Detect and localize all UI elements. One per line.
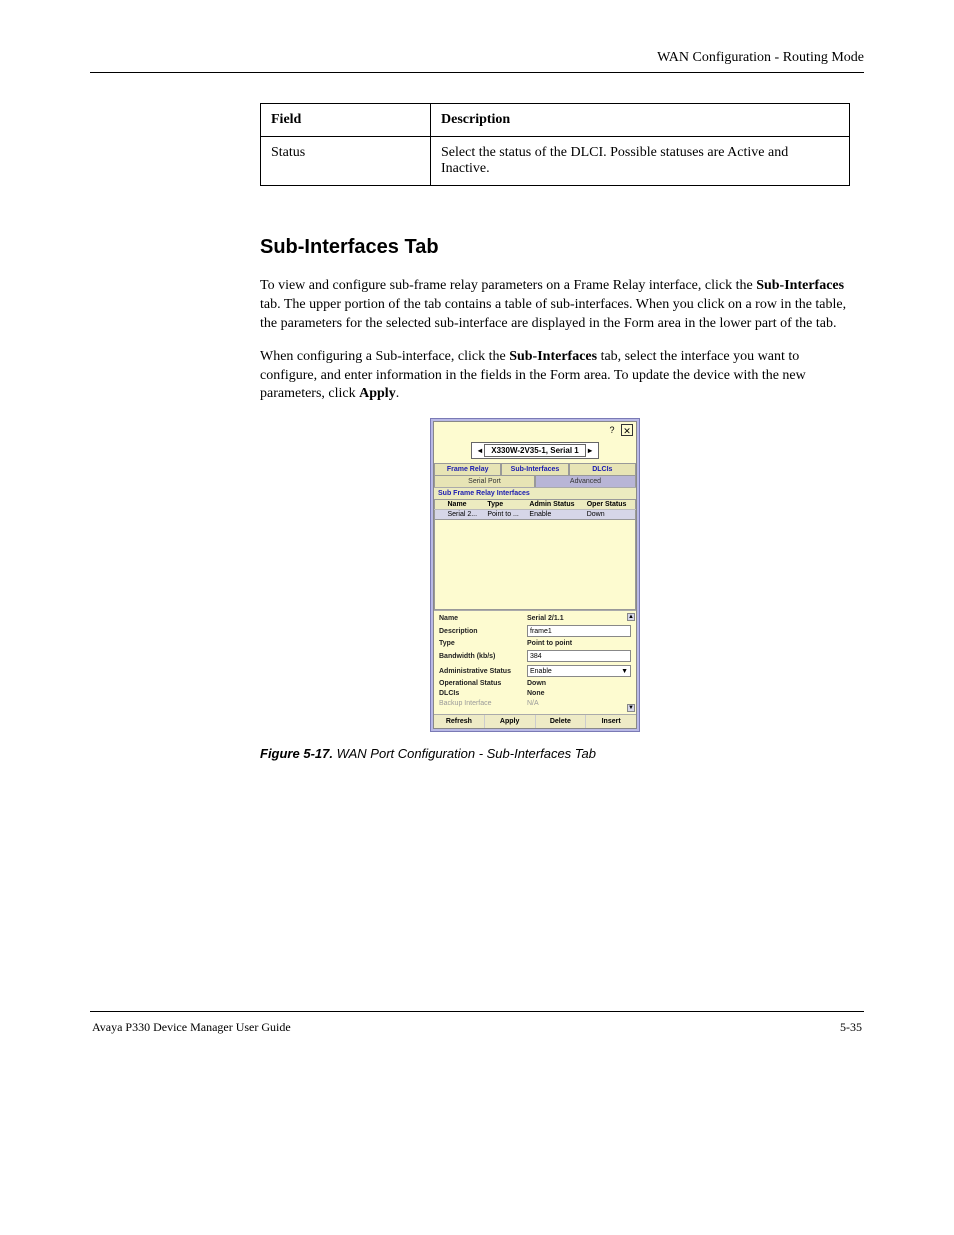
form-scrollbar[interactable]: ▲ [627, 613, 635, 621]
label-name: Name [439, 615, 527, 622]
paragraph-2: When configuring a Sub-interface, click … [260, 348, 854, 405]
col-admin-status: Admin Status [526, 500, 583, 510]
table-row: Status Select the status of the DLCI. Po… [261, 137, 850, 186]
p1-part-a: To view and configure sub-frame relay pa… [260, 278, 756, 293]
delete-button[interactable]: Delete [536, 715, 587, 728]
mini-table-header: Name Type Admin Status Oper Status [435, 500, 636, 510]
config-table: Field Description Status Select the stat… [260, 103, 850, 186]
footer-left: Avaya P330 Device Manager User Guide [92, 1020, 291, 1035]
col-oper-status: Oper Status [584, 500, 636, 510]
chevron-down-icon: ▼ [621, 668, 628, 675]
label-backup-interface: Backup Interface [439, 700, 527, 707]
tabs-row-1: Frame Relay Sub-Interfaces DLCIs [434, 463, 636, 475]
tab-serial-port[interactable]: Serial Port [434, 475, 535, 487]
table-row[interactable]: Serial 2... Point to ... Enable Down [435, 510, 636, 520]
page-header-right: WAN Configuration - Routing Mode [90, 50, 864, 66]
label-admin-status: Administrative Status [439, 668, 527, 675]
p2-bold-2: Apply [359, 386, 396, 401]
tab-advanced[interactable]: Advanced [535, 475, 636, 487]
paragraph-1: To view and configure sub-frame relay pa… [260, 277, 854, 334]
insert-button[interactable]: Insert [586, 715, 636, 728]
cell-name: Serial 2... [445, 510, 485, 520]
tab-dlcis[interactable]: DLCIs [569, 463, 636, 475]
button-row: Refresh Apply Delete Insert [434, 714, 636, 728]
form-scrollbar-bottom[interactable]: ▼ [627, 704, 635, 712]
header-rule [90, 72, 864, 73]
gui-window: ? ✕ ◂ X330W-2V35-1, Serial 1 ▸ Frame Rel… [430, 418, 640, 732]
scroll-down-icon[interactable]: ▼ [627, 704, 635, 712]
figure-caption: Figure 5-17. WAN Port Configuration - Su… [260, 746, 864, 761]
col-description: Description [431, 104, 850, 137]
cell-field: Status [261, 137, 431, 186]
scroll-up-icon[interactable]: ▲ [627, 613, 635, 621]
input-description[interactable]: frame1 [527, 625, 631, 637]
col-field: Field [261, 104, 431, 137]
table-header-row: Field Description [261, 104, 850, 137]
tabs-row-2: Serial Port Advanced [434, 475, 636, 487]
close-icon[interactable]: ✕ [621, 424, 633, 436]
figure-caption-label: Figure 5-17. [260, 746, 333, 761]
refresh-button[interactable]: Refresh [434, 715, 485, 728]
cell-oper: Down [584, 510, 636, 520]
footer-rule [90, 1011, 864, 1012]
figure-wan-sub-interfaces: ? ✕ ◂ X330W-2V35-1, Serial 1 ▸ Frame Rel… [430, 418, 864, 732]
config-table-block: Field Description Status Select the stat… [260, 103, 864, 186]
label-type: Type [439, 640, 527, 647]
tab-frame-relay[interactable]: Frame Relay [434, 463, 501, 475]
tab-sub-interfaces[interactable]: Sub-Interfaces [501, 463, 568, 475]
form-area: ▲ Name Serial 2/1.1 Description frame1 T… [434, 610, 636, 714]
p1-bold: Sub-Interfaces [756, 278, 844, 293]
p1-part-c: tab. The upper portion of the tab contai… [260, 297, 846, 331]
label-description: Description [439, 628, 527, 635]
value-type: Point to point [527, 640, 631, 647]
label-dlcis: DLCIs [439, 690, 527, 697]
figure-caption-text: WAN Port Configuration - Sub-Interfaces … [337, 746, 596, 761]
footer-right: 5-35 [840, 1020, 862, 1035]
p2-bold-1: Sub-Interfaces [509, 349, 597, 364]
cell-type: Point to ... [484, 510, 526, 520]
label-bandwidth: Bandwidth (kb/s) [439, 653, 527, 660]
subsection-label: Sub Frame Relay Interfaces [434, 487, 636, 499]
apply-button[interactable]: Apply [485, 715, 536, 728]
col-type: Type [484, 500, 526, 510]
value-name: Serial 2/1.1 [527, 615, 631, 622]
gui-title-bar: ◂ X330W-2V35-1, Serial 1 ▸ [434, 440, 636, 459]
sub-interface-table[interactable]: Name Type Admin Status Oper Status Seria… [434, 499, 636, 520]
gui-topbar: ? ✕ [434, 422, 636, 438]
cell-description: Select the status of the DLCI. Possible … [431, 137, 850, 186]
section-heading: Sub-Interfaces Tab [260, 236, 864, 259]
col-name: Name [445, 500, 485, 510]
input-bandwidth[interactable]: 384 [527, 650, 631, 662]
value-oper-status: Down [527, 680, 631, 687]
value-backup-interface: N/A [527, 700, 631, 707]
page-footer: Avaya P330 Device Manager User Guide 5-3… [90, 1020, 864, 1035]
mini-table-empty-area [434, 520, 636, 610]
help-icon[interactable]: ? [606, 424, 618, 436]
cell-admin: Enable [526, 510, 583, 520]
p2-part-e: . [396, 386, 400, 401]
select-admin-status[interactable]: Enable ▼ [527, 665, 631, 677]
p2-part-a: When configuring a Sub-interface, click … [260, 349, 509, 364]
gui-title-text: X330W-2V35-1, Serial 1 [484, 444, 585, 457]
select-admin-value: Enable [530, 668, 552, 675]
value-dlcis: None [527, 690, 631, 697]
label-oper-status: Operational Status [439, 680, 527, 687]
